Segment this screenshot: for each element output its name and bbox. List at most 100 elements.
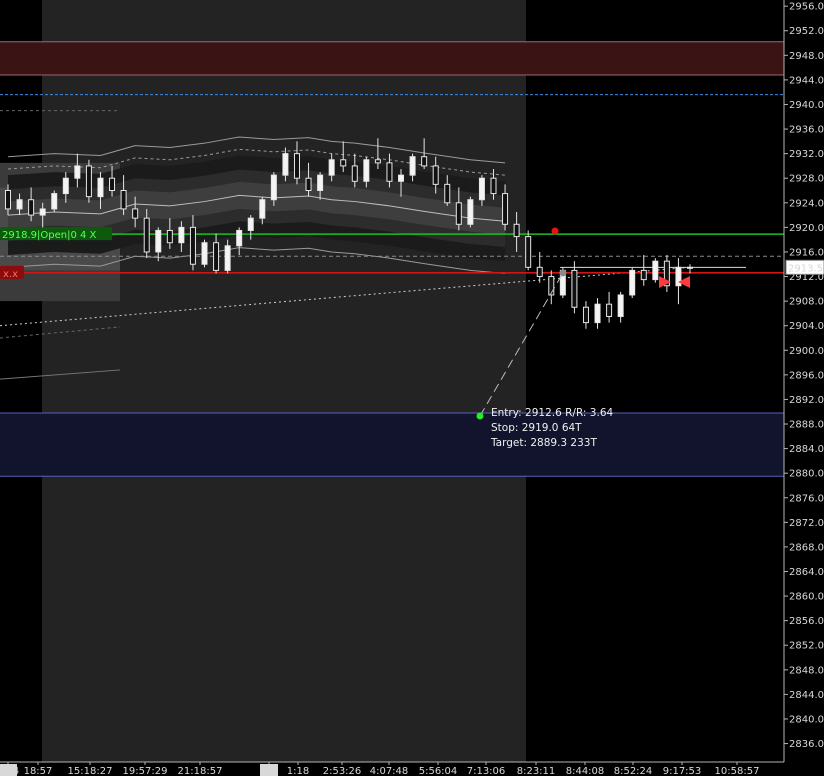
candle-body-17 bbox=[201, 242, 208, 265]
candle-body-44 bbox=[513, 223, 520, 238]
price-tick-label: 2836.0 bbox=[789, 739, 824, 750]
time-tick-label: 3:5 bbox=[261, 766, 277, 776]
resistance-zone bbox=[0, 41, 784, 75]
candle-body-21 bbox=[247, 217, 254, 231]
price-tick-label: 2916.0 bbox=[789, 247, 824, 258]
price-tick-label: 2896.0 bbox=[789, 370, 824, 381]
price-tick-label: 2844.0 bbox=[789, 690, 824, 701]
red-line-tag-text: x.x bbox=[3, 269, 18, 280]
price-tick-label: 2864.0 bbox=[789, 567, 824, 578]
candle-body-27 bbox=[317, 174, 324, 192]
time-tick-label: 5:56:04 bbox=[419, 766, 458, 776]
target-marker bbox=[476, 412, 484, 420]
price-tick-label: 2928.0 bbox=[789, 174, 824, 185]
support-zone bbox=[0, 412, 784, 477]
candle-body-25 bbox=[293, 153, 300, 179]
candle-body-23 bbox=[270, 174, 277, 201]
candle-body-31 bbox=[363, 159, 370, 182]
candle-body-16 bbox=[189, 226, 196, 265]
price-tick-label: 2924.0 bbox=[789, 198, 824, 209]
trade-target-label: Target: 2889.3 233T bbox=[490, 437, 597, 449]
candle-body-20 bbox=[236, 229, 243, 247]
price-tick-label: 2956.0 bbox=[789, 2, 824, 13]
time-axis: 3:54 18:57 15:18:27 19:57:29 21:18:57 3:5 1:18… bbox=[0, 761, 824, 776]
session-highlight bbox=[42, 0, 526, 762]
candle-body-2 bbox=[28, 199, 35, 216]
candle-body-22 bbox=[259, 199, 266, 219]
candle-body-6 bbox=[74, 165, 81, 179]
candle-body-39 bbox=[455, 202, 462, 225]
candle-body-13 bbox=[155, 229, 162, 253]
candle-body-49 bbox=[571, 269, 578, 308]
time-tick-label: 1:18 bbox=[287, 766, 309, 776]
price-tick-label: 2852.0 bbox=[789, 641, 824, 652]
price-tick-label: 2848.0 bbox=[789, 665, 824, 676]
candle-body-8 bbox=[97, 177, 104, 198]
price-tick-label: 2876.0 bbox=[789, 493, 824, 504]
candle-body-51 bbox=[594, 303, 601, 324]
time-tick-label: 8:44:08 bbox=[566, 766, 605, 776]
candle-body-26 bbox=[305, 177, 312, 191]
candle-body-3 bbox=[39, 208, 46, 216]
candle-body-36 bbox=[421, 156, 428, 167]
price-tick-label: 2920.0 bbox=[789, 223, 824, 234]
candle-body-12 bbox=[143, 217, 150, 253]
candle-body-34 bbox=[398, 174, 405, 182]
price-tick-label: 2860.0 bbox=[789, 592, 824, 603]
candle-body-42 bbox=[490, 177, 497, 195]
candle-body-45 bbox=[525, 236, 532, 268]
candle-body-46 bbox=[536, 266, 543, 278]
candle-body-0 bbox=[5, 190, 11, 210]
price-tick-label: 2888.0 bbox=[789, 420, 824, 431]
price-tick-label: 2904.0 bbox=[789, 321, 824, 332]
price-tick-label: 2948.0 bbox=[789, 51, 824, 62]
candle-body-24 bbox=[282, 153, 289, 176]
trade-entry-label: Entry: 2912.6 R/R: 3.64 bbox=[491, 407, 614, 419]
candle-body-7 bbox=[85, 165, 92, 198]
candle-body-55 bbox=[640, 269, 647, 281]
candle-body-41 bbox=[478, 177, 485, 201]
candle-body-37 bbox=[432, 165, 439, 185]
green-line-tag-text: 2918.9|Open|0 4 X bbox=[2, 230, 97, 241]
time-tick-label: 7:13:06 bbox=[467, 766, 506, 776]
time-tick-label: 10:58:57 bbox=[715, 766, 760, 776]
time-tick-label: 8:52:24 bbox=[614, 766, 653, 776]
candle-body-28 bbox=[328, 159, 335, 176]
time-tick-label: 4:07:48 bbox=[370, 766, 409, 776]
price-tick-label: 2908.0 bbox=[789, 297, 824, 308]
candle-body-14 bbox=[166, 229, 173, 244]
candle-body-54 bbox=[629, 269, 636, 296]
candle-body-19 bbox=[224, 245, 231, 271]
candle-body-5 bbox=[62, 177, 69, 195]
candle-body-15 bbox=[178, 226, 185, 244]
price-tick-label: 2936.0 bbox=[789, 125, 824, 136]
candle-body-50 bbox=[582, 306, 589, 324]
stop-marker bbox=[551, 227, 559, 235]
candle-body-1 bbox=[16, 199, 23, 210]
time-tick-label: 8:23:11 bbox=[517, 766, 556, 776]
candle-body-29 bbox=[340, 159, 347, 167]
candle-body-33 bbox=[386, 162, 393, 182]
time-tick-label: 15:18:27 bbox=[68, 766, 113, 776]
price-tick-label: 2940.0 bbox=[789, 100, 824, 111]
candle-body-9 bbox=[109, 177, 116, 191]
candle-body-38 bbox=[444, 183, 451, 204]
price-chart[interactable]: 2918.9|Open|0 4 X x.x Entry: 2912.6 R/R: … bbox=[0, 0, 824, 776]
candle-body-40 bbox=[467, 199, 474, 225]
candle-body-59 bbox=[687, 266, 693, 269]
time-tick-label: 3:54 bbox=[0, 766, 19, 776]
price-tick-label: 2892.0 bbox=[789, 395, 824, 406]
candle-body-53 bbox=[617, 294, 624, 317]
candle-body-11 bbox=[132, 208, 139, 219]
price-tick-label: 2872.0 bbox=[789, 518, 824, 529]
price-tick-label: 2856.0 bbox=[789, 616, 824, 627]
candle-body-4 bbox=[51, 193, 58, 210]
price-tick-label: 2900.0 bbox=[789, 346, 824, 357]
candle-body-30 bbox=[351, 165, 358, 182]
candle-body-52 bbox=[606, 303, 613, 317]
candle-body-32 bbox=[374, 159, 381, 164]
price-tick-label: 2932.0 bbox=[789, 149, 824, 160]
price-tick-label: 2840.0 bbox=[789, 714, 824, 725]
time-tick-label: 9:17:53 bbox=[663, 766, 702, 776]
trade-stop-label: Stop: 2919.0 64T bbox=[491, 422, 582, 434]
